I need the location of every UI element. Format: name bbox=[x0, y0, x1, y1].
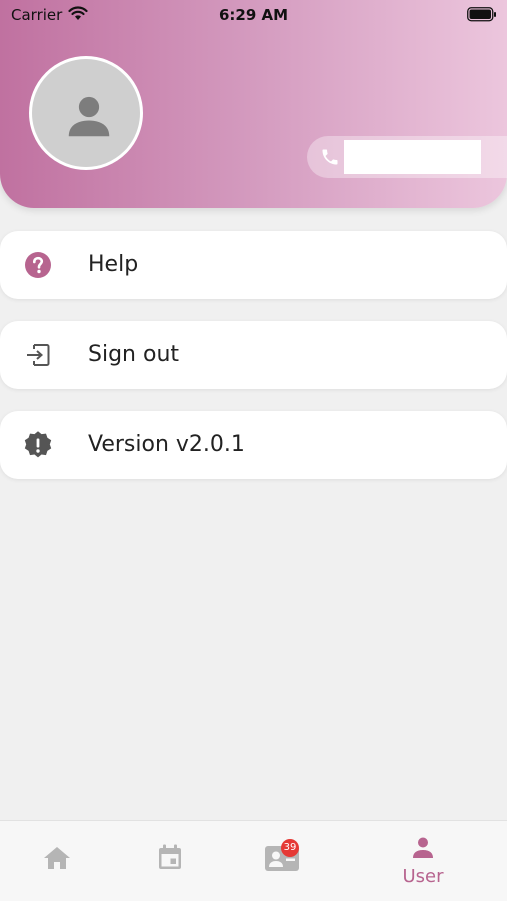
sign-out-icon bbox=[27, 344, 50, 366]
person-icon bbox=[68, 96, 110, 137]
version-label: Version v2.0.1 bbox=[88, 432, 245, 457]
version-menu-item: Version v2.0.1 bbox=[0, 411, 507, 479]
tab-contacts[interactable] bbox=[232, 821, 332, 901]
alert-badge-icon bbox=[24, 431, 52, 458]
help-circle-icon bbox=[25, 252, 51, 278]
tab-user-label: User bbox=[402, 866, 444, 887]
sign-out-menu-item[interactable]: Sign out bbox=[0, 321, 507, 389]
home-icon bbox=[44, 847, 70, 869]
tab-user[interactable]: User bbox=[373, 821, 473, 901]
tab-home[interactable] bbox=[7, 821, 107, 901]
avatar[interactable] bbox=[29, 56, 143, 170]
profile-header: Carrier 6:29 AM bbox=[0, 0, 507, 208]
help-label: Help bbox=[88, 252, 139, 277]
user-icon bbox=[413, 837, 433, 858]
bottom-tab-bar: User bbox=[0, 820, 507, 901]
tab-calendar[interactable] bbox=[120, 821, 220, 901]
phone-field[interactable] bbox=[307, 136, 507, 178]
calendar-icon bbox=[159, 844, 181, 869]
status-bar: Carrier 6:29 AM bbox=[0, 0, 507, 30]
help-menu-item[interactable]: Help bbox=[0, 231, 507, 299]
contacts-badge: 39 bbox=[281, 839, 299, 857]
sign-out-label: Sign out bbox=[88, 342, 180, 367]
clock: 6:29 AM bbox=[218, 6, 289, 24]
battery-icon bbox=[467, 7, 496, 22]
phone-value bbox=[344, 140, 481, 174]
phone-icon bbox=[322, 149, 338, 165]
